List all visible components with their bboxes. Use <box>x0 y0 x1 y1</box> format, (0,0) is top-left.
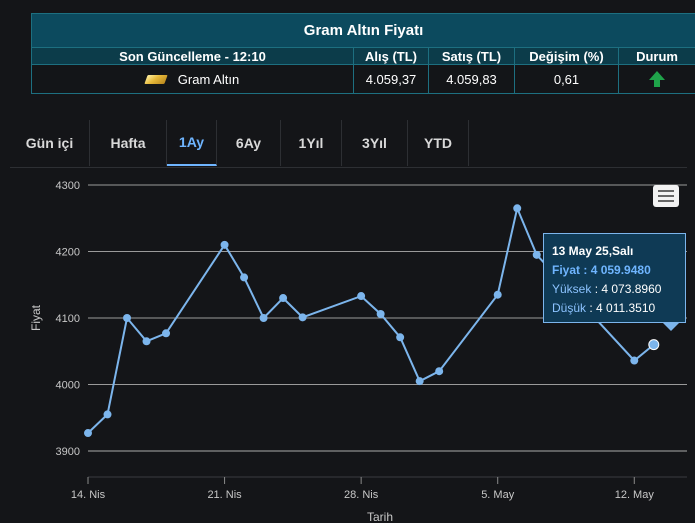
chart-menu-button[interactable] <box>653 185 679 207</box>
y-axis-title: Fiyat <box>29 304 43 331</box>
x-tick-label: 21. Nis <box>207 489 242 501</box>
data-point[interactable] <box>259 314 268 322</box>
period-tabs: Gün içi Hafta 1Ay 6Ay 1Yıl 3Yıl YTD <box>10 120 687 168</box>
data-point[interactable] <box>240 273 249 282</box>
x-tick-label: 14. Nis <box>71 489 106 501</box>
tooltip-high-value: 4 073.8960 <box>601 282 662 296</box>
x-axis-title: Tarih <box>367 510 393 523</box>
data-point[interactable] <box>103 410 112 419</box>
y-tick-label: 3900 <box>56 446 80 458</box>
x-tick-label: 12. May <box>615 489 655 501</box>
product-name: Gram Altın <box>177 71 240 87</box>
tooltip-price-line: Fiyat : 4 059.9480 <box>552 263 651 277</box>
data-point[interactable] <box>279 294 288 303</box>
hamburger-menu-icon <box>658 190 674 192</box>
sell-header: Satış (TL) <box>428 47 515 65</box>
tooltip-low-label: Düşük <box>552 301 587 315</box>
tooltip-high-label: Yüksek <box>552 282 592 296</box>
buy-price: 4.059,37 <box>353 64 429 94</box>
gold-bar-icon <box>144 74 168 84</box>
data-point[interactable] <box>513 204 522 213</box>
table-row: Gram Altın 4.059,37 4.059,83 0,61 <box>31 64 695 94</box>
data-point[interactable] <box>162 329 171 338</box>
buy-header: Alış (TL) <box>353 47 429 65</box>
arrow-up-icon <box>649 71 666 87</box>
data-point[interactable] <box>396 333 405 342</box>
data-point[interactable] <box>123 314 132 322</box>
updated-header: Son Güncelleme - 12:10 <box>31 47 354 65</box>
price-table: Gram Altın Fiyatı Son Güncelleme - 12:10… <box>30 13 695 94</box>
tooltip-price-label: Fiyat <box>552 263 581 277</box>
sell-price: 4.059,83 <box>428 64 515 94</box>
tab-6-months[interactable]: 6Ay <box>217 120 281 166</box>
price-line-chart: 3900 4000 4100 4200 4300 14. Nis 21. Nis 28. Ni… <box>29 180 687 523</box>
data-point[interactable] <box>435 367 444 376</box>
data-point[interactable] <box>415 377 424 386</box>
data-point[interactable] <box>142 337 151 346</box>
data-point[interactable] <box>376 310 385 319</box>
tooltip-low-line: Düşük : 4 011.3510 <box>552 301 656 315</box>
tab-week[interactable]: Hafta <box>90 120 167 166</box>
tooltip-date: 13 May 25,Salı <box>552 244 634 258</box>
data-point[interactable] <box>532 250 541 259</box>
tab-1-year[interactable]: 1Yıl <box>281 120 342 166</box>
tab-1-month[interactable]: 1Ay <box>167 120 217 166</box>
data-point[interactable] <box>298 313 307 322</box>
tooltip-price-value: 4 059.9480 <box>590 263 651 277</box>
data-point[interactable] <box>220 240 229 249</box>
change-percent: 0,61 <box>514 64 619 94</box>
y-tick-label: 4100 <box>56 313 80 325</box>
tab-intraday[interactable]: Gün içi <box>10 120 90 166</box>
tooltip-low-value: 4 011.3510 <box>596 301 656 315</box>
data-point[interactable] <box>630 356 639 365</box>
data-point[interactable] <box>357 292 366 301</box>
chart-tooltip: 13 May 25,Salı Fiyat : 4 059.9480 Yüksek… <box>543 233 686 323</box>
data-point[interactable] <box>84 429 92 438</box>
tooltip-high-line: Yüksek : 4 073.8960 <box>552 282 662 296</box>
y-tick-label: 4300 <box>56 180 80 192</box>
status-header: Durum <box>617 47 695 65</box>
product-cell: Gram Altın <box>31 64 354 94</box>
table-title: Gram Altın Fiyatı <box>30 13 695 48</box>
x-tick-label: 28. Nis <box>344 489 379 501</box>
x-tick-label: 5. May <box>481 489 515 501</box>
tab-3-years[interactable]: 3Yıl <box>342 120 408 166</box>
data-point[interactable] <box>648 339 660 351</box>
tooltip-pointer <box>662 322 680 331</box>
y-tick-label: 4000 <box>56 380 80 392</box>
y-tick-label: 4200 <box>56 247 80 259</box>
change-header: Değişim (%) <box>514 47 619 65</box>
data-point[interactable] <box>493 290 502 299</box>
tab-ytd[interactable]: YTD <box>408 120 469 166</box>
status-cell <box>617 64 695 94</box>
